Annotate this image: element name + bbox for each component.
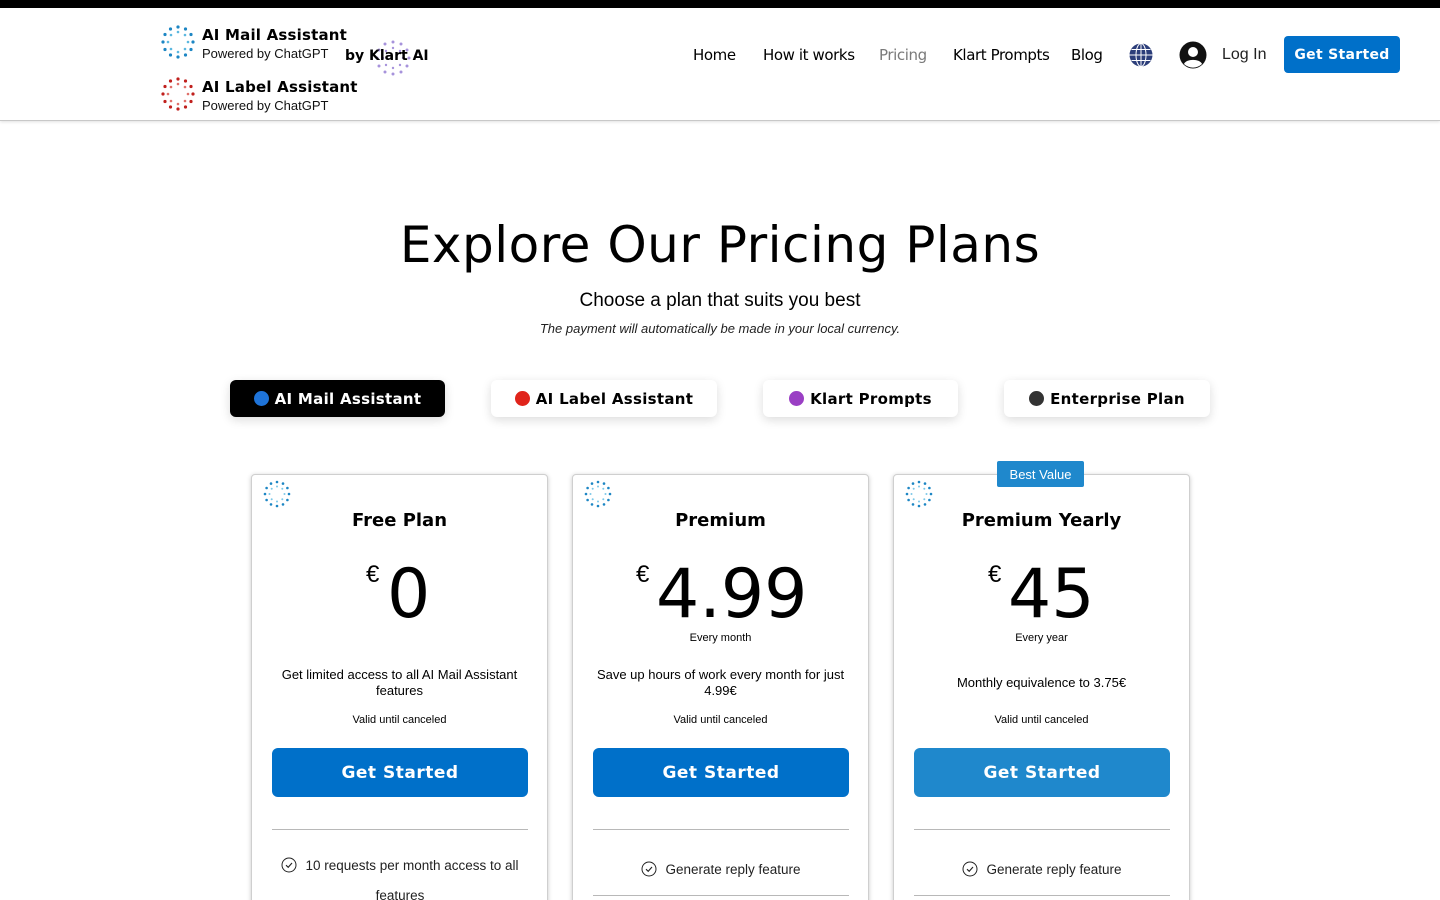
- plan-feature-text: 10 requests per month access to all feat…: [305, 858, 519, 900]
- globe-icon[interactable]: [1128, 42, 1154, 68]
- currency-symbol: €: [636, 561, 650, 588]
- plan-feature-text: Generate reply feature: [665, 862, 801, 877]
- check-circle-icon: [962, 861, 978, 877]
- nav-pricing[interactable]: Pricing: [879, 46, 927, 64]
- red-dots-logo-icon: [161, 77, 195, 111]
- nav-blog[interactable]: Blog: [1071, 46, 1103, 64]
- plan-card-free: Free Plan € 0 Get limited access to all …: [251, 474, 548, 900]
- get-started-button[interactable]: Get Started: [272, 748, 528, 797]
- plan-validity: Valid until canceled: [352, 714, 447, 726]
- site-header: AI Mail Assistant Powered by ChatGPT AI …: [0, 8, 1440, 121]
- plan-description: Save up hours of work every month for ju…: [596, 667, 845, 698]
- plan-price: 0: [387, 555, 431, 634]
- page-subtitle: Choose a plan that suits you best: [579, 290, 861, 311]
- blue-dots-logo-icon: [263, 480, 291, 508]
- get-started-button[interactable]: Get Started: [914, 748, 1170, 797]
- user-avatar-icon[interactable]: [1179, 41, 1207, 69]
- blue-dots-logo-icon: [161, 25, 195, 59]
- get-started-header-button[interactable]: Get Started: [1284, 36, 1400, 73]
- tab-label: AI Label Assistant: [535, 389, 694, 408]
- tab-label: AI Mail Assistant: [274, 389, 422, 408]
- plan-period: Every month: [689, 632, 752, 644]
- by-klart-ai-label: by Klart AI: [345, 48, 429, 64]
- nav-how-it-works[interactable]: How it works: [763, 46, 855, 64]
- plan-name: Premium: [675, 510, 766, 531]
- divider: [272, 829, 528, 830]
- divider: [914, 829, 1170, 830]
- blue-dots-logo-icon: [584, 480, 612, 508]
- brand-title: AI Mail Assistant: [202, 26, 348, 44]
- purple-circle-icon: [789, 391, 805, 406]
- by-klart-ai-link[interactable]: by Klart AI: [345, 48, 429, 64]
- tab-label: Klart Prompts: [810, 389, 932, 408]
- check-circle-icon: [281, 857, 297, 873]
- nav-home[interactable]: Home: [693, 46, 736, 64]
- nav-klart-prompts[interactable]: Klart Prompts: [953, 46, 1050, 64]
- plan-feature: 10 requests per month access to all feat…: [270, 851, 530, 900]
- plan-card-premium-yearly: Premium Yearly € 45 Every year Monthly e…: [893, 474, 1190, 900]
- plan-validity: Valid until canceled: [673, 714, 768, 726]
- plan-feature: Generate reply feature: [593, 855, 849, 885]
- plan-price: 4.99: [656, 555, 808, 634]
- tab-klart-prompts[interactable]: Klart Prompts: [763, 380, 958, 417]
- blue-dots-logo-icon: [905, 480, 933, 508]
- brand-title: AI Label Assistant: [202, 78, 358, 96]
- red-circle-icon: [514, 391, 530, 406]
- tab-label: Enterprise Plan: [1050, 389, 1185, 408]
- plan-name: Premium Yearly: [961, 510, 1122, 531]
- get-started-button[interactable]: Get Started: [593, 748, 849, 797]
- tab-ai-mail-assistant[interactable]: AI Mail Assistant: [230, 380, 445, 417]
- blue-circle-icon: [253, 391, 269, 406]
- plan-description: Get limited access to all AI Mail Assist…: [281, 667, 518, 698]
- divider: [914, 895, 1170, 896]
- currency-note: The payment will automatically be made i…: [539, 321, 901, 336]
- currency-symbol: €: [988, 561, 1002, 588]
- plan-period: Every year: [1015, 632, 1068, 644]
- page-title: Explore Our Pricing Plans: [399, 216, 1041, 274]
- plan-price: 45: [1008, 555, 1095, 634]
- plan-feature-text: Generate reply feature: [986, 862, 1122, 877]
- black-circle-icon: [1029, 391, 1045, 406]
- best-value-badge: Best Value: [997, 461, 1084, 487]
- check-circle-icon: [641, 861, 657, 877]
- plan-name: Free Plan: [351, 510, 448, 531]
- brand-subtitle: Powered by ChatGPT: [202, 46, 329, 61]
- brand-subtitle: Powered by ChatGPT: [202, 98, 329, 113]
- tab-ai-label-assistant[interactable]: AI Label Assistant: [491, 380, 717, 417]
- top-bar: [0, 0, 1440, 8]
- tab-enterprise-plan[interactable]: Enterprise Plan: [1004, 380, 1210, 417]
- plan-feature: Generate reply feature: [914, 855, 1170, 885]
- divider: [593, 829, 849, 830]
- plan-description: Monthly equivalence to 3.75€: [956, 675, 1127, 690]
- login-link[interactable]: Log In: [1222, 46, 1266, 64]
- plan-card-premium: Premium € 4.99 Every month Save up hours…: [572, 474, 869, 900]
- divider: [593, 895, 849, 896]
- plan-validity: Valid until canceled: [994, 714, 1089, 726]
- currency-symbol: €: [366, 561, 380, 588]
